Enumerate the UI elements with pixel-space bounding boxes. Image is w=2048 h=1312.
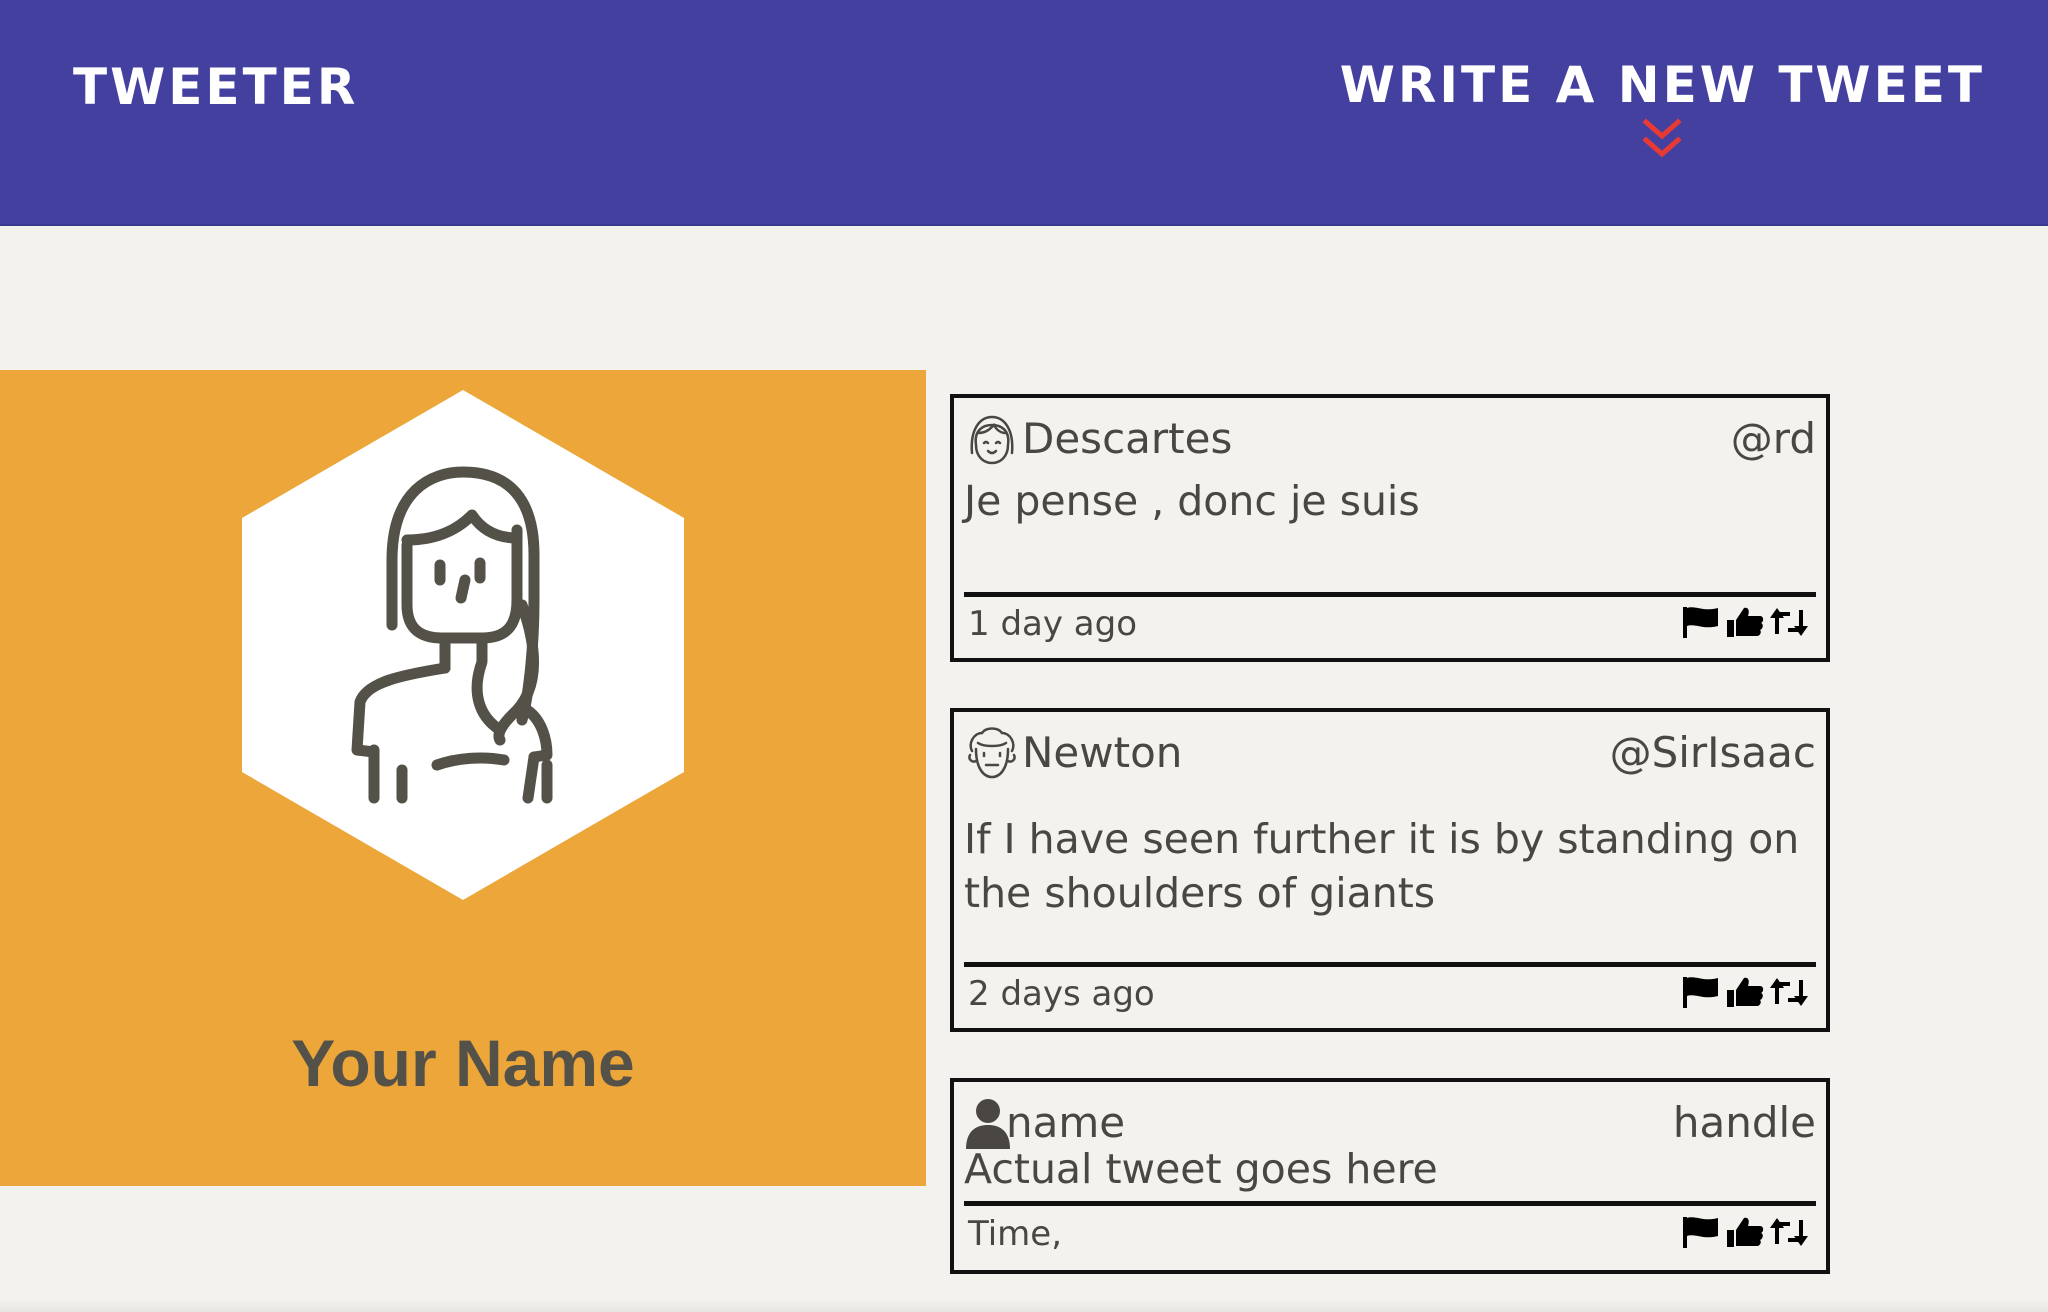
tweet-author[interactable]: Newton [1022, 728, 1182, 777]
tweet-text: Je pense , donc je suis [964, 477, 1420, 525]
double-chevron-down-icon[interactable] [1642, 118, 1682, 162]
brand-logo[interactable]: TWEETER [73, 58, 358, 116]
tweet-timestamp: 1 day ago [968, 604, 1138, 644]
tweet-divider [964, 592, 1816, 597]
tweet-divider [964, 1201, 1816, 1206]
tweet-timestamp: 2 days ago [968, 974, 1155, 1014]
top-nav: TWEETER WRITE A NEW TWEET [0, 0, 2048, 226]
flag-icon[interactable] [1680, 604, 1722, 640]
tweet-handle[interactable]: handle [1673, 1098, 1816, 1147]
page-bottom-edge [0, 1300, 2048, 1312]
girl-avatar-icon [970, 415, 1014, 465]
flag-icon[interactable] [1680, 1214, 1722, 1250]
write-new-tweet-button[interactable]: WRITE A NEW TWEET [1340, 56, 1985, 162]
tweet-actions [1680, 1214, 1810, 1250]
tweet-actions [1680, 604, 1810, 640]
retweet-icon[interactable] [1768, 974, 1810, 1010]
profile-card: Your Name [0, 370, 926, 1186]
tweet-card: name handle Actual tweet goes here Time, [950, 1078, 1830, 1274]
retweet-icon[interactable] [1768, 1214, 1810, 1250]
thumbs-up-icon[interactable] [1724, 604, 1766, 640]
thumbs-up-icon[interactable] [1724, 1214, 1766, 1250]
tweet-header: Descartes @rd [964, 408, 1816, 468]
thumbs-up-icon[interactable] [1724, 974, 1766, 1010]
avatar [242, 390, 684, 900]
tweet-card: Newton @SirIsaac If I have seen further … [950, 708, 1830, 1032]
tweet-card: Descartes @rd Je pense , donc je suis 1 … [950, 394, 1830, 662]
tweet-text: If I have seen further it is by standing… [964, 815, 1800, 917]
tweet-timestamp: Time, [968, 1214, 1063, 1254]
tweet-header: Newton @SirIsaac [964, 722, 1816, 782]
tweet-handle[interactable]: @SirIsaac [1610, 728, 1816, 777]
tweet-text: Actual tweet goes here [964, 1145, 1438, 1193]
man-avatar-icon [968, 727, 1016, 779]
tweet-divider [964, 962, 1816, 967]
flag-icon[interactable] [1680, 974, 1722, 1010]
write-new-tweet-label: WRITE A NEW TWEET [1339, 56, 1985, 114]
retweet-icon[interactable] [1768, 604, 1810, 640]
tweet-author[interactable]: name [1006, 1098, 1125, 1147]
tweet-actions [1680, 974, 1810, 1010]
tweet-author[interactable]: Descartes [1022, 414, 1232, 463]
tweet-handle[interactable]: @rd [1731, 414, 1816, 463]
profile-name: Your Name [291, 1026, 635, 1100]
